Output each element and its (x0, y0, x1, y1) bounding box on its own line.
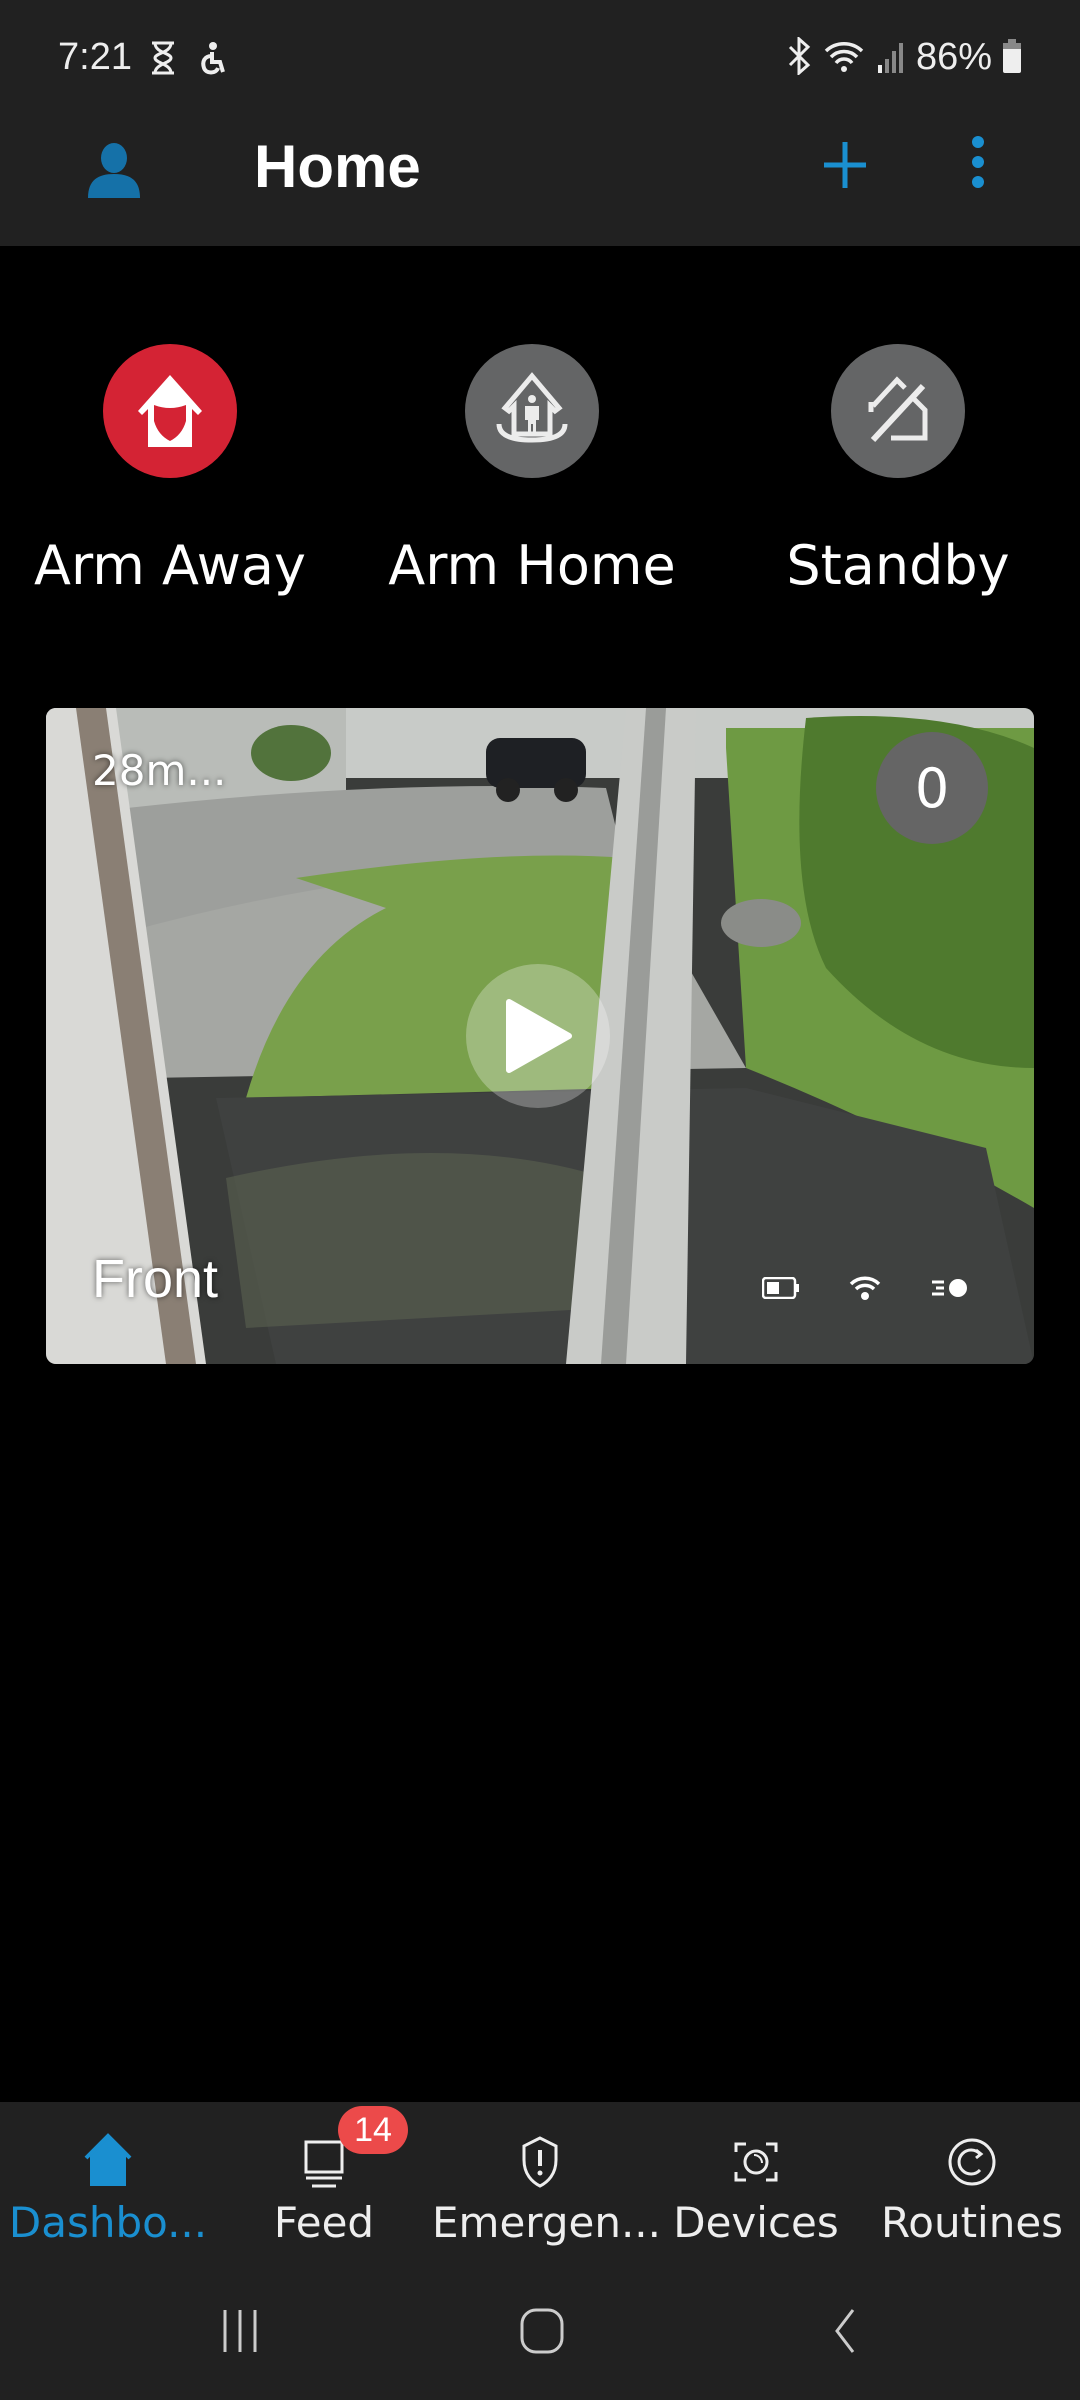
signal-icon (876, 37, 906, 79)
person-house-icon (465, 344, 599, 478)
tab-emergency-label: Emergen... (432, 2198, 661, 2247)
arm-home-label: Arm Home (388, 534, 676, 597)
camera-status-icons (761, 1274, 970, 1306)
camera-card-front[interactable]: 28m... 0 Front (46, 708, 1034, 1364)
bottom-nav: Dashbo... Feed Emergen... Devices Routin… (0, 2102, 1080, 2262)
wifi-icon (848, 1274, 882, 1306)
camera-device-icon (726, 2132, 786, 2192)
wifi-icon (822, 37, 866, 79)
tab-devices-label: Devices (673, 2198, 839, 2247)
arm-home-button[interactable]: Arm Home (362, 344, 702, 614)
more-vert-icon[interactable] (956, 128, 1000, 198)
hourglass-icon (148, 40, 178, 80)
last-event-time: 28m... (92, 746, 227, 795)
tab-devices[interactable]: Devices (648, 2102, 864, 2262)
page-title: Home (254, 133, 421, 200)
battery-icon (1002, 38, 1022, 77)
recents-button[interactable] (180, 2262, 300, 2400)
home-circle-icon (520, 2308, 564, 2354)
battery-percent: 86% (915, 36, 992, 78)
person-icon[interactable] (84, 142, 144, 202)
tab-emergency[interactable]: Emergen... (432, 2102, 661, 2262)
tab-dashboard-label: Dashbo... (8, 2198, 208, 2247)
arm-away-button[interactable]: Arm Away (0, 344, 340, 614)
tab-routines[interactable]: Routines (864, 2102, 1080, 2262)
recents-icon (223, 2310, 257, 2352)
standby-button[interactable]: Standby (728, 344, 1068, 614)
home-icon (78, 2132, 138, 2192)
motion-light-icon (930, 1276, 970, 1304)
shield-alert-icon (510, 2132, 570, 2192)
play-button[interactable] (466, 964, 610, 1108)
feed-badge: 14 (338, 2106, 408, 2154)
arm-modes: Arm Away Arm Home Standby (0, 344, 1080, 614)
app-bar: Home (0, 120, 1080, 246)
shield-house-icon (103, 344, 237, 478)
routine-icon (942, 2132, 1002, 2192)
bluetooth-icon (786, 35, 812, 79)
tab-feed-label: Feed (273, 2198, 375, 2247)
tab-routines-label: Routines (880, 2198, 1064, 2247)
tab-dashboard[interactable]: Dashbo... (0, 2102, 216, 2262)
back-icon (835, 2309, 855, 2353)
status-bar: 7:21 86% (0, 0, 1080, 120)
battery-icon (761, 1276, 800, 1303)
system-nav-bar (0, 2262, 1080, 2400)
camera-name: Front (92, 1249, 219, 1309)
plus-icon[interactable] (810, 130, 880, 200)
status-time: 7:21 (58, 36, 132, 78)
standby-label: Standby (786, 534, 1010, 597)
arm-away-label: Arm Away (34, 534, 306, 597)
event-count-badge: 0 (876, 732, 988, 844)
back-button[interactable] (784, 2262, 904, 2400)
home-button[interactable] (482, 2262, 602, 2400)
accessibility-icon (196, 40, 226, 80)
house-slash-icon (831, 344, 965, 478)
